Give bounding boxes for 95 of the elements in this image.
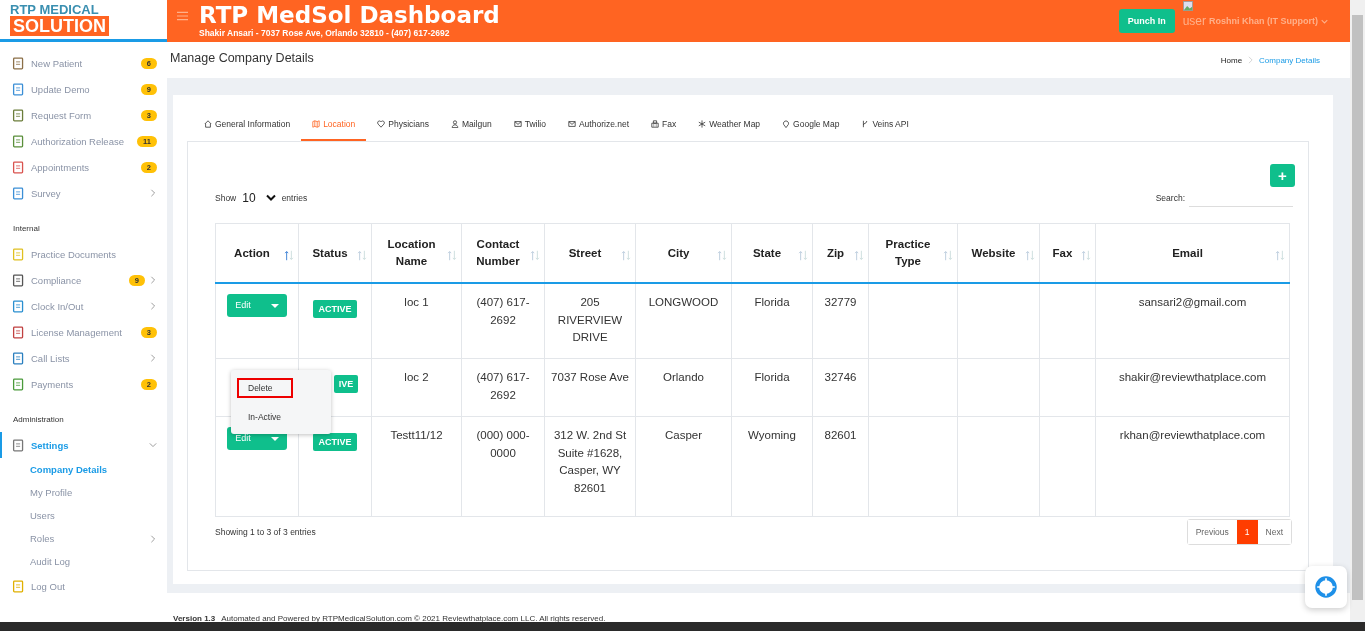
document-icon — [12, 247, 25, 261]
document-icon — [12, 325, 25, 339]
chevron-icon — [1248, 56, 1254, 64]
column-header[interactable]: Website — [957, 223, 1040, 283]
tab[interactable]: Weather Map — [687, 109, 772, 141]
app-title: RTP MedSol Dashboard — [199, 3, 500, 28]
table-cell: shakir@reviewthatplace.com — [1118, 371, 1267, 383]
table-cell: (000) 000-0000 — [476, 429, 530, 459]
document-icon — [12, 351, 25, 365]
column-header[interactable]: City — [635, 223, 732, 283]
table-cell: 7037 Rose Ave — [551, 371, 629, 383]
table-cell: (407) 617-2692 — [476, 296, 530, 326]
map-icon — [312, 120, 321, 128]
show-label: Show — [215, 192, 237, 203]
table-cell: Testt11/12 — [390, 429, 443, 441]
section-heading: Internal — [12, 223, 41, 235]
logo-text: RTP MEDICAL — [10, 3, 99, 16]
document-icon — [12, 82, 25, 96]
column-header[interactable]: Street — [544, 223, 636, 283]
caret-icon — [270, 436, 279, 441]
tab[interactable]: Fax — [640, 109, 688, 141]
document-icon — [12, 56, 25, 70]
table-cell: loc 1 — [404, 296, 429, 308]
menu-item[interactable]: Delete — [237, 378, 293, 398]
table-cell: 32779 — [824, 296, 857, 308]
table-cell: rkhan@reviewthatplace.com — [1119, 429, 1266, 441]
menu-item[interactable]: In-Active — [237, 407, 325, 427]
table-cell: Casper — [664, 429, 703, 441]
snowflake-icon — [698, 120, 707, 128]
tab[interactable]: Google Map — [771, 109, 851, 141]
column-header[interactable]: State — [731, 223, 813, 283]
menu-icon[interactable] — [177, 11, 188, 21]
column-header[interactable]: Action — [215, 223, 299, 283]
column-header[interactable]: Fax — [1039, 223, 1096, 283]
person-icon — [450, 120, 459, 128]
table-cell: 205 RIVERVIEW DRIVE — [557, 296, 623, 343]
status-badge: IVE — [333, 375, 359, 393]
help-button[interactable] — [1305, 566, 1347, 608]
document-icon — [12, 299, 25, 313]
status-badge: ACTIVE — [313, 300, 357, 318]
envelope-icon — [513, 120, 522, 128]
entries-label: entries — [281, 192, 308, 203]
caret-icon — [270, 303, 279, 308]
breadcrumb-link[interactable]: Home — [1220, 55, 1243, 65]
column-header[interactable]: Zip — [812, 223, 869, 283]
document-icon — [12, 579, 25, 593]
envelope-icon — [567, 120, 576, 128]
page-size-select[interactable]: 10 — [242, 190, 276, 205]
table-cell: (407) 617-2692 — [476, 371, 530, 401]
column-header[interactable]: Practice Type — [868, 223, 958, 283]
document-icon — [12, 108, 25, 122]
tab[interactable]: Veins API — [850, 109, 920, 141]
logo-text: SOLUTION — [10, 16, 109, 36]
address-text: Shakir Ansari - 7037 Rose Ave, Orlando 32810 - (407) 617-2692 — [199, 28, 451, 39]
table-cell: Florida — [754, 296, 790, 308]
branch-icon — [861, 120, 870, 128]
pagination-button[interactable]: 1 — [1236, 520, 1258, 544]
house-icon — [204, 120, 212, 128]
page-title: Manage Company Details — [170, 50, 314, 65]
document-icon — [12, 186, 25, 200]
caret-icon[interactable] — [265, 194, 276, 201]
column-header[interactable]: Contact Number — [461, 223, 545, 283]
document-icon — [12, 438, 25, 452]
table-cell: loc 2 — [404, 371, 429, 383]
table-cell: 312 W. 2nd St Suite #1628, Casper, WY 82601 — [553, 429, 627, 494]
column-header[interactable]: Email — [1095, 223, 1290, 283]
document-icon — [12, 160, 25, 174]
status-badge: ACTIVE — [313, 433, 357, 451]
tab[interactable]: Twilio — [502, 109, 557, 141]
table-cell: sansari2@gmail.com — [1138, 296, 1247, 308]
table-cell: Wyoming — [748, 429, 796, 441]
table-cell: Orlando — [663, 371, 704, 383]
document-icon — [12, 377, 25, 391]
column-header[interactable]: Status — [298, 223, 372, 283]
table-cell: 32746 — [824, 371, 857, 383]
search-label: Search: — [1155, 192, 1185, 203]
fax-icon — [651, 120, 660, 128]
table-cell: 82601 — [824, 429, 857, 441]
document-icon — [12, 273, 25, 287]
tab[interactable]: General Information — [193, 109, 302, 141]
section-heading: Administration — [12, 414, 65, 426]
lifebuoy-icon — [1315, 576, 1337, 598]
document-icon — [12, 134, 25, 148]
column-header[interactable]: Location Name — [371, 223, 462, 283]
pin-icon — [782, 120, 791, 128]
scrollbar-thumb[interactable] — [1352, 15, 1363, 600]
table-cell: LONGWOOD — [648, 296, 719, 308]
heart-icon — [377, 120, 386, 128]
tab[interactable]: Authorize.net — [556, 109, 641, 141]
tab[interactable]: Mailgun — [439, 109, 503, 141]
tab[interactable]: Physicians — [366, 109, 440, 141]
table-info: Showing 1 to 3 of 3 entries — [215, 527, 316, 537]
broken-image-icon — [1182, 1, 1193, 11]
table-cell: Florida — [754, 371, 790, 383]
version-text: Version 1.3 — [173, 614, 216, 623]
